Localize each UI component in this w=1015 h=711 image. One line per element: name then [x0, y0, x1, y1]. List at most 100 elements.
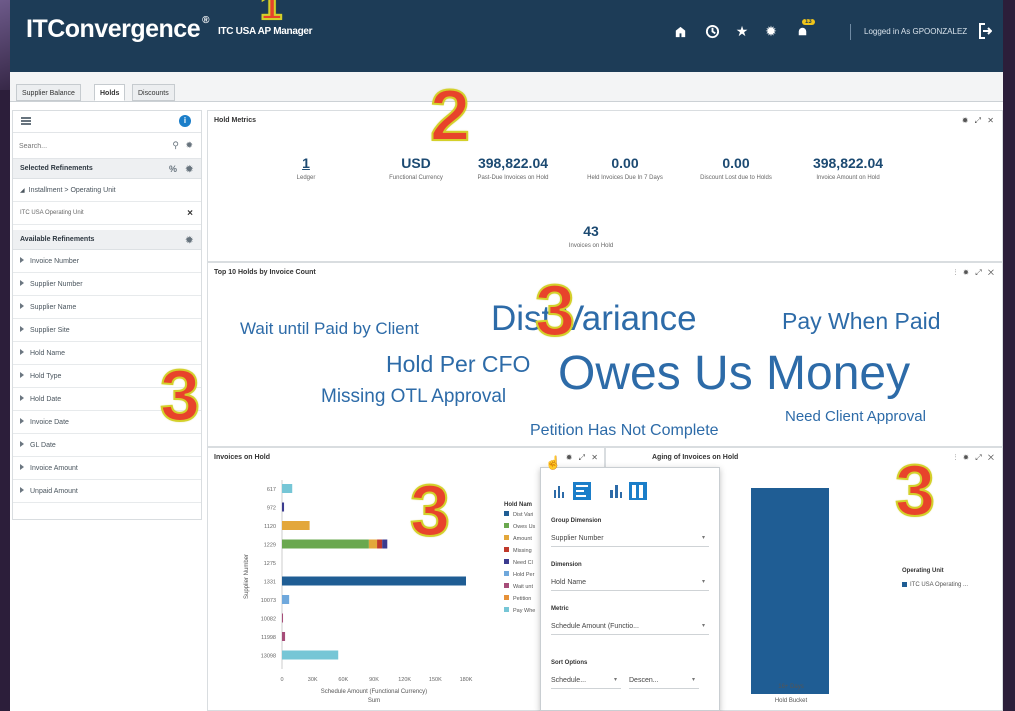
x-tick-label: 150K	[429, 677, 442, 683]
refinement-item[interactable]: Unpaid Amount	[13, 480, 201, 503]
itconvergence-logo[interactable]: ITConvergence ®	[26, 15, 209, 44]
refinement-item[interactable]: GL Date	[13, 434, 201, 457]
legend-label: Hold Per	[513, 572, 535, 578]
annotation-number: 1	[259, 0, 283, 28]
search-settings-gear-icon[interactable]: ✹	[185, 140, 193, 151]
word-missing-otl-approval[interactable]: Missing OTL Approval	[321, 387, 506, 406]
y-tick-label: 1120	[264, 524, 276, 530]
refinement-item-label: Hold Type	[30, 373, 62, 380]
refinements-sidebar: i ⚲ ✹ Selected Refinements % ✹ ◢Installm…	[12, 110, 202, 520]
expand-triangle-icon	[20, 349, 24, 355]
expand-triangle-icon	[20, 326, 24, 332]
word-petition-has-not-complete[interactable]: Petition Has Not Complete	[530, 423, 719, 439]
dimension-select[interactable]: Hold Name ▾	[551, 574, 709, 591]
sort-field-select[interactable]: Schedule... ▾	[551, 672, 621, 689]
panel-controls[interactable]: ✹ ⤢ ✕	[962, 116, 996, 126]
bar-segment[interactable]	[282, 595, 290, 604]
metric-tile[interactable]: USD Functional Currency	[366, 155, 466, 182]
tab-supplier-balance[interactable]: Supplier Balance	[16, 84, 81, 101]
legend-swatch	[504, 607, 509, 612]
search-icon[interactable]: ⚲	[172, 140, 179, 151]
refinement-item[interactable]: Invoice Number	[13, 250, 201, 273]
refinement-item-label: Invoice Number	[30, 258, 80, 265]
metric-tile[interactable]: 1 Ledger	[256, 155, 356, 182]
metric-tile[interactable]: 398,822.04 Invoice Amount on Hold	[798, 155, 898, 182]
chevron-down-icon: ▾	[701, 623, 705, 629]
metric-value: 1	[302, 155, 310, 171]
word-dist-variance[interactable]: Dist Variance	[491, 301, 697, 336]
full-stacked-chart-type-icon[interactable]	[629, 482, 647, 500]
metric-value: 398,822.04	[477, 155, 549, 171]
hamburger-menu-icon[interactable]	[21, 117, 31, 125]
word-need-client-approval[interactable]: Need Client Approval	[785, 409, 926, 424]
expand-triangle-icon	[20, 303, 24, 309]
search-input[interactable]	[19, 139, 169, 153]
bar-segment[interactable]	[368, 539, 378, 549]
refinement-item[interactable]: Supplier Number	[13, 273, 201, 296]
refinement-item[interactable]: Invoice Amount	[13, 457, 201, 480]
aging-bar[interactable]	[751, 488, 829, 694]
sign-out-icon[interactable]	[974, 21, 993, 41]
notifications-bell-icon[interactable]: 13	[792, 19, 815, 41]
logged-in-user[interactable]: Logged in As GPOONZALEZ	[864, 27, 967, 36]
horizontal-bar-chart-type-icon[interactable]	[573, 482, 591, 500]
bar-segment[interactable]	[282, 539, 369, 549]
bar-segment[interactable]	[282, 502, 285, 512]
bar-segment[interactable]	[282, 650, 339, 660]
legend-swatch	[504, 571, 509, 576]
metric-value: USD	[401, 155, 431, 171]
panel-controls[interactable]: ⫶ ✹ ⤢ ✕	[955, 268, 997, 278]
annotation-number: 3	[159, 356, 201, 436]
bar-segment[interactable]	[282, 613, 284, 623]
expand-triangle-icon	[20, 395, 24, 401]
metric-tile[interactable]: 398,822.04 Past-Due Invoices on Hold	[463, 155, 563, 182]
metric-tile[interactable]: 43 Invoices on Hold	[541, 223, 641, 250]
favorites-star-icon[interactable]: ★	[732, 21, 752, 41]
sort-direction-select[interactable]: Descen... ▾	[629, 672, 699, 689]
tab-holds[interactable]: Holds	[94, 84, 126, 101]
y-tick-label: 1229	[264, 543, 276, 549]
available-refinements-header: Available Refinements ✹	[13, 230, 201, 250]
settings-gear-icon[interactable]: ✹	[761, 21, 781, 41]
annotation-number: 2	[429, 76, 471, 156]
refinement-breadcrumb[interactable]: ◢ Installment > Operating Unit	[13, 179, 201, 202]
bar-segment[interactable]	[282, 576, 466, 586]
refinement-item[interactable]: Supplier Name	[13, 296, 201, 319]
refinements-settings-gear-icon[interactable]: ✹	[185, 159, 193, 179]
y-axis-label: Supplier Number	[244, 554, 250, 599]
legend-label: Pay Whe	[513, 608, 535, 614]
metric-tile[interactable]: 0.00 Held Invoices Due In 7 Days	[575, 155, 675, 182]
word-wait-until-paid[interactable]: Wait until Paid by Client	[240, 320, 419, 337]
group-dimension-select[interactable]: Supplier Number ▾	[551, 530, 709, 547]
home-icon[interactable]	[670, 21, 690, 41]
remove-refinement-close-icon[interactable]: ×	[187, 202, 193, 225]
x-axis-label: Schedule Amount (Functional Currency)	[321, 689, 427, 695]
hand-cursor-icon: ☝	[545, 455, 562, 470]
metric-tile[interactable]: 0.00 Discount Lost due to Holds	[686, 155, 786, 182]
refinement-item-label: Unpaid Amount	[30, 488, 78, 495]
clear-refinements-icon[interactable]: %	[169, 159, 177, 179]
bar-segment[interactable]	[282, 521, 310, 530]
bar-segment[interactable]	[282, 632, 286, 641]
metric-select[interactable]: Schedule Amount (Functio... ▾	[551, 618, 709, 635]
selected-refinement-value: ITC USA Operating Unit ×	[13, 202, 201, 225]
panel-controls[interactable]: ✹ ⤢ ✕	[566, 453, 600, 463]
bar-segment[interactable]	[377, 539, 383, 549]
y-tick-label: 10073	[261, 598, 276, 604]
metric-label: Past-Due Invoices on Hold	[477, 175, 549, 181]
word-hold-per-cfo[interactable]: Hold Per CFO	[386, 353, 530, 376]
panel-controls[interactable]: ⫶ ✹ ⤢ ✕	[955, 453, 997, 463]
available-settings-gear-icon[interactable]: ✹	[185, 230, 193, 250]
refinement-item[interactable]: Supplier Site	[13, 319, 201, 342]
sidebar-search: ⚲ ✹	[13, 133, 201, 159]
vertical-bar-chart-type-icon[interactable]	[551, 482, 569, 500]
tab-discounts[interactable]: Discounts	[132, 84, 175, 101]
history-icon[interactable]	[702, 21, 722, 41]
stacked-bar-chart-type-icon[interactable]	[607, 482, 625, 500]
word-owes-us-money[interactable]: Owes Us Money	[558, 350, 910, 398]
info-icon[interactable]: i	[179, 115, 191, 127]
bar-segment[interactable]	[382, 539, 388, 549]
metric-label: Invoice Amount on Hold	[816, 175, 880, 181]
word-pay-when-paid[interactable]: Pay When Paid	[782, 310, 941, 333]
bar-segment[interactable]	[282, 484, 293, 493]
